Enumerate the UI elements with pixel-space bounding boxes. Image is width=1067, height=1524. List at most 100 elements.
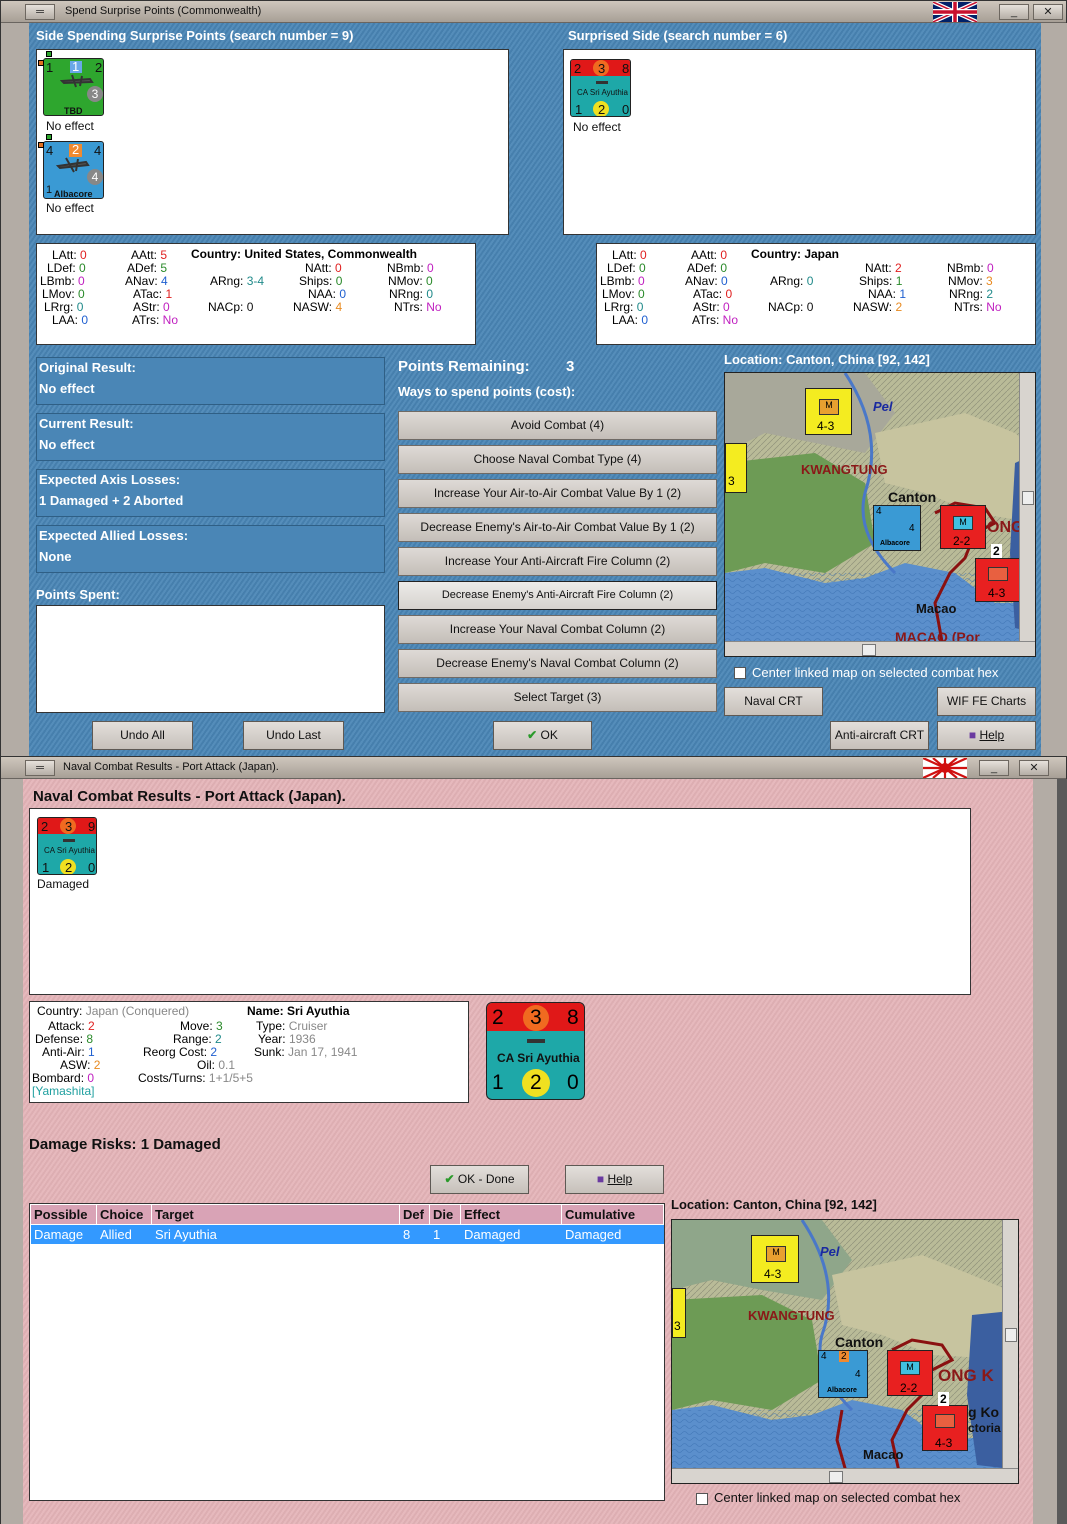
points-spent-label: Points Spent:	[36, 587, 120, 602]
ok-done-button[interactable]: ✔ OK - Done	[430, 1165, 529, 1194]
select-target-button[interactable]: Select Target (3)	[398, 683, 717, 712]
expected-axis-losses-box: Expected Axis Losses: 1 Damaged + 2 Abor…	[36, 469, 385, 517]
surprised-units-panel	[563, 49, 1036, 235]
spending-units-panel	[36, 49, 509, 235]
center-map-checkbox[interactable]	[696, 1493, 708, 1505]
unit-result: No effect	[46, 119, 94, 133]
help-book-icon: ■	[968, 728, 977, 742]
stats-panel-right: LAtt: 0 AAtt: 0 Country: Japan LDef: 0 A…	[596, 243, 1036, 345]
map-unit-red-2[interactable]: 4-3	[922, 1405, 968, 1451]
system-menu-button[interactable]: ═	[25, 4, 55, 20]
unit-counter-tbd[interactable]: 1 1 2 3 TBD	[43, 58, 104, 116]
table-row[interactable]: Damage Allied Sri Ayuthia 8 1 Damaged Da…	[31, 1225, 664, 1244]
unit-result: No effect	[573, 120, 621, 134]
help-book-icon: ■	[596, 1172, 605, 1186]
increase-naval-combat-button[interactable]: Increase Your Naval Combat Column (2)	[398, 615, 717, 644]
checkmark-icon: ✔	[444, 1172, 455, 1186]
center-map-label: Center linked map on selected combat hex	[714, 1490, 961, 1505]
uk-flag-icon	[933, 2, 977, 22]
stack-number: 2	[991, 544, 1002, 558]
map-unit-red-1[interactable]: M 2-2	[940, 505, 986, 549]
map-vscroll[interactable]	[1019, 373, 1035, 641]
map-unit-red-2[interactable]: 4-3	[975, 558, 1021, 602]
center-map-label: Center linked map on selected combat hex	[752, 665, 999, 680]
city-label: Canton	[835, 1334, 884, 1350]
choose-naval-combat-type-button[interactable]: Choose Naval Combat Type (4)	[398, 445, 717, 474]
combat-map[interactable]: Pel KWANGTUNG Canton Macao ONG K g Ko ct…	[671, 1219, 1019, 1484]
aircraft-icon	[60, 74, 94, 88]
unit-counter-albacore[interactable]: 4 2 4 4 1 Albacore	[43, 141, 104, 199]
points-spent-list[interactable]	[36, 605, 385, 713]
close-button[interactable]: ✕	[1033, 4, 1063, 20]
side-spending-label: Side Spending Surprise Points (search nu…	[36, 28, 354, 43]
points-remaining-label: Points Remaining:	[398, 358, 530, 375]
undo-all-button[interactable]: Undo All	[92, 721, 193, 750]
minimize-button[interactable]: _	[999, 4, 1029, 20]
avoid-combat-button[interactable]: Avoid Combat (4)	[398, 411, 717, 440]
anti-aircraft-crt-button[interactable]: Anti-aircraft CRT	[830, 721, 929, 750]
title-bar: ═ Naval Combat Results - Port Attack (Ja…	[1, 757, 1066, 779]
center-map-checkbox[interactable]	[734, 667, 746, 679]
map-unit-albacore[interactable]: 4 4 Albacore	[873, 505, 921, 551]
spend-surprise-window: ═ Spend Surprise Points (Commonwealth) _…	[0, 0, 1067, 756]
location-label: Location: Canton, China [92, 142]	[671, 1197, 877, 1212]
unit-result: Damaged	[37, 877, 90, 891]
city-label: Canton	[888, 489, 937, 505]
title-bar: ═ Spend Surprise Points (Commonwealth) _…	[1, 1, 1066, 23]
city2-label: Macao	[863, 1447, 904, 1462]
map-unit-albacore[interactable]: 4 2 4 Albacore	[818, 1350, 868, 1398]
undo-last-button[interactable]: Undo Last	[243, 721, 344, 750]
city2-label: Macao	[916, 601, 957, 616]
aircraft-icon	[56, 157, 90, 173]
hong-kong-label: ONG K	[938, 1366, 994, 1385]
window-frame-left	[1, 23, 29, 756]
map-unit-yellow-edge: 3	[672, 1288, 686, 1338]
province-label: KWANGTUNG	[801, 462, 888, 477]
decrease-enemy-anti-aircraft-button[interactable]: Decrease Enemy's Anti-Aircraft Fire Colu…	[398, 581, 717, 610]
window-title: Naval Combat Results - Port Attack (Japa…	[63, 761, 279, 773]
ways-to-spend-label: Ways to spend points (cost):	[398, 384, 576, 399]
increase-anti-aircraft-button[interactable]: Increase Your Anti-Aircraft Fire Column …	[398, 547, 717, 576]
results-units-panel	[29, 808, 971, 995]
help-button[interactable]: ■ Help	[937, 721, 1036, 750]
map-unit-red-1[interactable]: M 2-2	[887, 1350, 933, 1396]
stack-number: 2	[938, 1392, 949, 1406]
naval-combat-results-window: ═ Naval Combat Results - Port Attack (Ja…	[0, 756, 1067, 1524]
river-label: Pel	[820, 1244, 840, 1259]
system-menu-button[interactable]: ═	[25, 760, 55, 776]
river-label: Pel	[873, 399, 893, 414]
map-hscroll[interactable]	[725, 641, 1035, 656]
surprised-side-label: Surprised Side (search number = 6)	[568, 28, 788, 43]
close-button[interactable]: ✕	[1019, 760, 1049, 776]
results-table: Possible Choice Target Def Die Effect Cu…	[29, 1203, 665, 1501]
map-vscroll[interactable]	[1002, 1220, 1018, 1468]
province-label: KWANGTUNG	[748, 1308, 835, 1323]
help-button[interactable]: ■ Help	[565, 1165, 664, 1194]
map-unit-yellow[interactable]: M 4-3	[751, 1235, 799, 1283]
unit-counter-sri-ayuthia[interactable]: 2 3 8 CA Sri Ayuthia 1 2 0	[570, 59, 631, 117]
combat-map[interactable]: Pel KWANGTUNG Canton Macao MACAO (Por ON…	[724, 372, 1036, 657]
stats-panel-left: LAtt: 0 AAtt: 5 Country: United States, …	[36, 243, 476, 345]
checkmark-icon: ✔	[527, 728, 538, 742]
map-unit-yellow[interactable]: M 4-3	[805, 388, 852, 435]
decrease-enemy-air-to-air-button[interactable]: Decrease Enemy's Air-to-Air Combat Value…	[398, 513, 717, 542]
location-label: Location: Canton, China [92, 142]	[724, 352, 930, 367]
ok-button[interactable]: ✔ OK	[493, 721, 592, 750]
naval-crt-button[interactable]: Naval CRT	[724, 687, 823, 716]
victoria-label: ctoria	[968, 1421, 1001, 1435]
map-hscroll[interactable]	[672, 1468, 1018, 1483]
unit-counter-large: 2 3 8 CA Sri Ayuthia 1 2 0	[486, 1002, 585, 1100]
minimize-button[interactable]: _	[979, 760, 1009, 776]
window-title: Spend Surprise Points (Commonwealth)	[65, 5, 262, 17]
window-frame-right-inner	[1033, 779, 1057, 1524]
unit-details-panel: Country: Japan (Conquered) Attack: 2 Def…	[29, 1001, 469, 1103]
expected-allied-losses-box: Expected Allied Losses: None	[36, 525, 385, 573]
window-frame-left	[1, 779, 23, 1524]
window-frame-right	[1041, 23, 1067, 756]
decrease-enemy-naval-combat-button[interactable]: Decrease Enemy's Naval Combat Column (2)	[398, 649, 717, 678]
unit-counter-sri-ayuthia[interactable]: 2 3 9 CA Sri Ayuthia 1 2 0	[37, 817, 97, 875]
increase-air-to-air-button[interactable]: Increase Your Air-to-Air Combat Value By…	[398, 479, 717, 508]
table-header: Possible Choice Target Def Die Effect Cu…	[31, 1205, 664, 1224]
wif-fe-charts-button[interactable]: WIF FE Charts	[937, 687, 1036, 716]
japan-rising-sun-flag-icon	[923, 758, 967, 778]
